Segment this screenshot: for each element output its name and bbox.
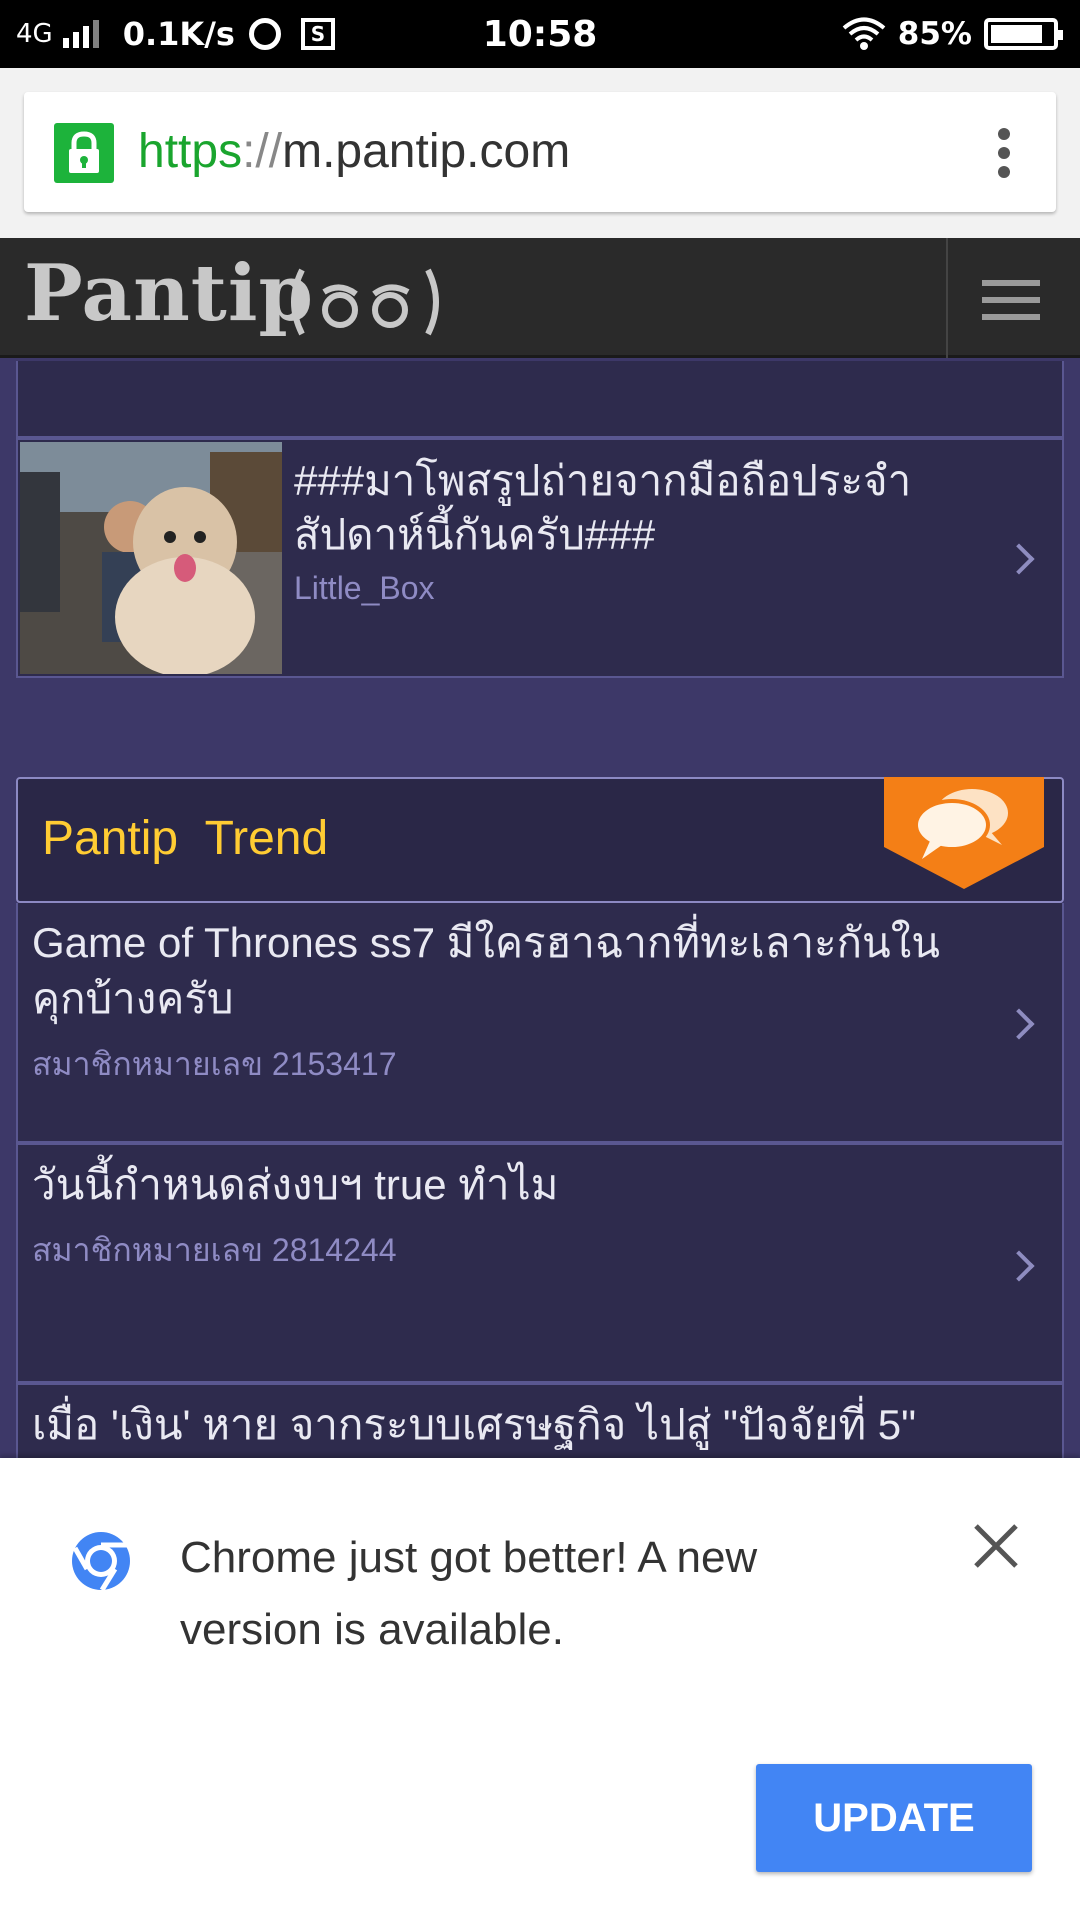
chrome-icon [72,1532,130,1592]
chevron-right-icon[interactable] [1003,1008,1035,1040]
url-scheme: https [138,125,243,178]
wifi-icon [842,17,886,50]
trend-item[interactable]: วันนี้กำหนดส่งงบฯ true ทำไม สมาชิกหมายเล… [16,1143,1064,1383]
update-message: Chrome just got better! A new version is… [180,1533,758,1654]
chevron-right-icon[interactable] [1003,1250,1035,1282]
photo-post-item[interactable]: ###มาโพสรูปถ่ายจากมือถือประจำสัปดาห์นี้ก… [16,438,1064,678]
trend-item-title[interactable]: วันนี้กำหนดส่งงบฯ true ทำไม [32,1157,982,1213]
post-author[interactable]: Little_Box [294,570,435,607]
hamburger-menu-icon[interactable] [982,280,1040,320]
page-content[interactable]: ###มาโพสรูปถ่ายจากมือถือประจำสัปดาห์นี้ก… [0,361,1080,1461]
update-button[interactable]: UPDATE [756,1764,1032,1872]
previous-item-remnant [16,361,1064,438]
trend-title: Pantip Trend [42,812,329,865]
trend-item-title[interactable]: เมื่อ 'เงิน' หาย จากระบบเศรษฐกิจ ไปสู่ "… [32,1397,982,1453]
url-separator: :// [242,125,283,178]
status-bar: 4G 0.1K/s S 10:58 85% [0,0,1080,68]
more-options-icon[interactable] [998,128,1010,178]
browser-toolbar: https://m.pantip.com [0,68,1080,238]
logo-mark-icon [291,268,439,336]
post-thumbnail [20,442,282,674]
address-bar[interactable]: https://m.pantip.com [24,92,1056,212]
speech-bubbles-icon [884,777,1044,889]
lock-icon[interactable] [54,123,114,183]
battery-icon [984,18,1063,50]
site-header: Pantip [0,238,1080,358]
close-icon[interactable] [970,1520,1022,1572]
chevron-right-icon[interactable] [1003,543,1035,575]
status-right: 85% [842,0,1063,68]
battery-fill [991,25,1042,43]
site-logo[interactable]: Pantip [24,248,314,339]
battery-percent: 85% [897,16,972,52]
trend-item-author: สมาชิกหมายเลข 2153417 [32,1046,397,1082]
trend-item-title[interactable]: Game of Thrones ss7 มีใครฮาฉากที่ทะเลาะก… [32,915,982,1027]
update-banner: Chrome just got better! A new version is… [0,1458,1080,1920]
trend-section-header: Pantip Trend [16,777,1064,903]
url-text[interactable]: https://m.pantip.com [138,92,570,212]
post-title[interactable]: ###มาโพสรูปถ่ายจากมือถือประจำสัปดาห์นี้ก… [294,454,994,562]
header-divider [946,238,948,358]
url-host: m.pantip.com [282,125,571,178]
trend-item[interactable]: เมื่อ 'เงิน' หาย จากระบบเศรษฐกิจ ไปสู่ "… [16,1383,1064,1461]
trend-item[interactable]: Game of Thrones ss7 มีใครฮาฉากที่ทะเลาะก… [16,903,1064,1143]
trend-item-author: สมาชิกหมายเลข 2814244 [32,1232,397,1268]
